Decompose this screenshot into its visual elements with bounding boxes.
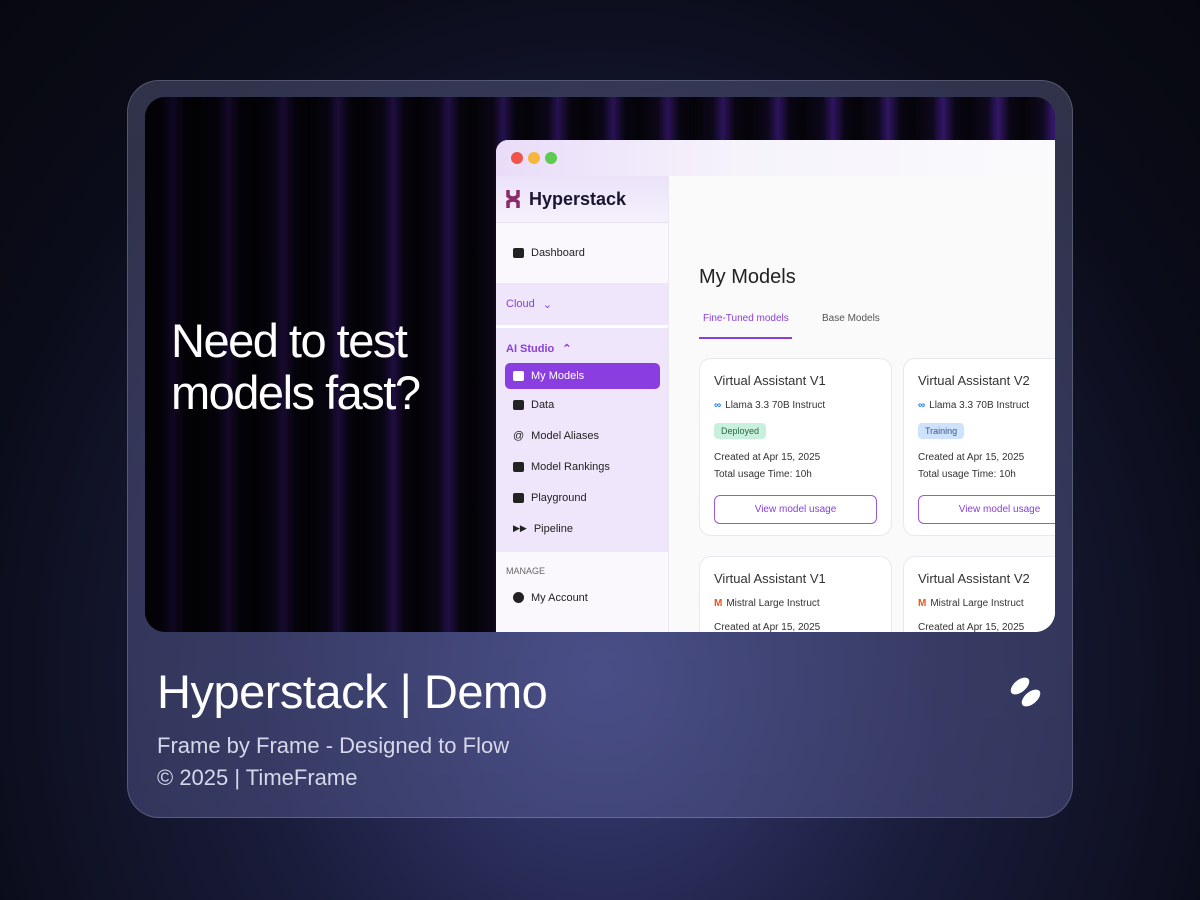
- code-icon: [513, 492, 524, 503]
- user-icon: [513, 592, 524, 603]
- label: Cloud: [506, 298, 535, 310]
- created-date: Created at Apr 15, 2025: [918, 452, 1025, 463]
- meta-icon: ∞: [714, 400, 722, 411]
- models-icon: [513, 371, 524, 381]
- created-date: Created at Apr 15, 2025: [918, 622, 1025, 632]
- label: Data: [531, 398, 555, 411]
- usage-time: Total usage Time: 10h: [918, 469, 1016, 480]
- view-usage-button[interactable]: View model usage: [918, 495, 1055, 524]
- close-dot[interactable]: [511, 152, 523, 164]
- headline-line: models fast?: [171, 366, 421, 419]
- sidebar-item-my-models[interactable]: My Models: [505, 363, 660, 389]
- mistral-icon: M: [714, 598, 723, 609]
- model-card: Virtual Assistant V2 ∞ Llama 3.3 70B Inst…: [903, 358, 1055, 536]
- page-title: My Models: [699, 266, 796, 288]
- at-icon: @: [513, 429, 525, 442]
- tab-fine-tuned[interactable]: Fine-Tuned models: [703, 313, 789, 324]
- folder-icon: [513, 399, 524, 410]
- sidebar-item-model-rankings[interactable]: Model Rankings: [496, 451, 668, 482]
- sidebar-item-data[interactable]: Data: [496, 389, 668, 420]
- label: Model Rankings: [531, 460, 610, 473]
- label: My Models: [531, 370, 585, 382]
- dashboard-icon: [513, 248, 524, 258]
- minimize-dot[interactable]: [528, 152, 540, 164]
- card-title: Virtual Assistant V1: [714, 571, 826, 586]
- sidebar-section-ai-studio[interactable]: AI Studio ⌃: [496, 342, 668, 356]
- created-date: Created at Apr 15, 2025: [714, 452, 821, 463]
- model-name: Llama 3.3 70B Instruct: [725, 400, 826, 411]
- tab-base-models[interactable]: Base Models: [822, 313, 880, 324]
- sidebar-item-playground[interactable]: Playground: [496, 482, 668, 513]
- timeframe-logo-icon: [1010, 677, 1041, 707]
- footer-tagline: Frame by Frame - Designed to Flow: [157, 733, 510, 758]
- model-name: Mistral Large Instruct: [930, 598, 1024, 609]
- view-usage-button[interactable]: View model usage: [714, 495, 877, 524]
- label: Model Aliases: [531, 429, 600, 442]
- sidebar-item-my-account[interactable]: My Account: [496, 582, 668, 613]
- card-title: Virtual Assistant V2: [918, 373, 1030, 388]
- label: Pipeline: [533, 522, 573, 535]
- sidebar-item-pipeline[interactable]: ▶▶ Pipeline: [496, 513, 668, 544]
- label: Playground: [531, 491, 587, 504]
- sidebar-item-dashboard[interactable]: Dashboard: [496, 223, 668, 283]
- logo: Hyperstack: [496, 176, 668, 223]
- usage-time: Total usage Time: 10h: [714, 469, 812, 480]
- status-badge: Deployed: [714, 423, 767, 439]
- sidebar-item-model-aliases[interactable]: @ Model Aliases: [496, 420, 668, 451]
- model-name: Mistral Large Instruct: [726, 598, 820, 609]
- hyperstack-logo-icon: [506, 190, 520, 208]
- hero-image: Need to test models fast? Hyperstack Das…: [145, 97, 1055, 632]
- label: AI Studio: [506, 342, 555, 355]
- rankings-icon: [513, 461, 524, 472]
- app-window: Hyperstack Dashboard Cloud ⌄ AI Studio ⌃ M…: [496, 140, 1055, 632]
- meta-icon: ∞: [918, 400, 926, 411]
- created-date: Created at Apr 15, 2025: [714, 622, 821, 632]
- model-card: Virtual Assistant V1 M Mistral Large Inst…: [699, 556, 892, 632]
- sidebar: Hyperstack Dashboard Cloud ⌄ AI Studio ⌃ M…: [496, 176, 669, 632]
- model-card: Virtual Assistant V1 ∞ Llama 3.3 70B Inst…: [699, 358, 892, 536]
- main-content: My Models Fine-Tuned models Base Models …: [670, 176, 1055, 632]
- mistral-icon: M: [918, 598, 927, 609]
- status-badge: Training: [918, 423, 965, 439]
- chevron-up-icon: ⌃: [562, 343, 572, 355]
- headline-line: Need to test: [171, 314, 408, 367]
- titlebar: [496, 140, 1055, 176]
- model-card: Virtual Assistant V2 M Mistral Large Inst…: [903, 556, 1055, 632]
- footer-title: Hyperstack | Demo: [157, 665, 548, 718]
- manage-header: MANAGE: [506, 566, 546, 576]
- maximize-dot[interactable]: [545, 152, 557, 164]
- label: My Account: [531, 591, 588, 604]
- card-title: Virtual Assistant V2: [918, 571, 1030, 586]
- footer-copyright: © 2025 | TimeFrame: [157, 765, 358, 790]
- card-title: Virtual Assistant V1: [714, 373, 826, 388]
- brand-name: Hyperstack: [529, 188, 627, 209]
- model-name: Llama 3.3 70B Instruct: [929, 400, 1030, 411]
- label: Dashboard: [531, 247, 585, 259]
- chevron-down-icon: ⌄: [542, 298, 552, 311]
- hero-headline: Need to test models fast?: [171, 314, 421, 419]
- fast-forward-icon: ▶▶: [513, 523, 527, 533]
- sidebar-section-cloud[interactable]: Cloud ⌄: [496, 298, 552, 311]
